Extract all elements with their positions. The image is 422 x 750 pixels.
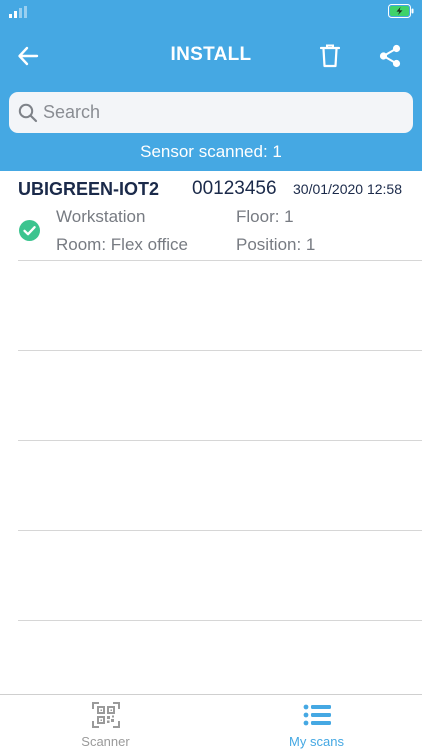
tab-my-scans-label: My scans [289, 734, 344, 749]
search-box[interactable] [9, 92, 413, 133]
empty-row [18, 261, 422, 351]
delete-button[interactable] [314, 40, 346, 72]
search-input[interactable] [43, 92, 403, 133]
sensor-floor: Floor: 1 [236, 207, 294, 226]
check-icon [19, 220, 40, 241]
bottom-navigation: Scanner My scans [0, 694, 422, 750]
sensor-name: UBIGREEN-IOT2 [18, 179, 160, 199]
sensor-type: Workstation [56, 207, 146, 226]
tab-scanner-label: Scanner [81, 734, 130, 749]
back-button[interactable] [12, 40, 44, 72]
scan-row[interactable]: UBIGREEN-IOT2 00123456 30/01/2020 12:58 … [18, 171, 422, 261]
signal-icon [9, 6, 27, 18]
share-icon [379, 44, 401, 68]
sensor-id: 00123456 [192, 178, 277, 199]
qr-code-icon [92, 702, 120, 728]
page-title: INSTALL [170, 44, 252, 65]
status-bar [0, 0, 422, 24]
empty-row [18, 351, 422, 441]
battery-icon [388, 4, 414, 18]
trash-icon [320, 44, 340, 68]
tab-scanner[interactable]: Scanner [0, 695, 211, 750]
sensor-scanned-count: Sensor scanned: 1 [140, 142, 282, 161]
share-button[interactable] [374, 40, 406, 72]
sensor-position: Position: 1 [236, 235, 316, 254]
tab-my-scans[interactable]: My scans [211, 695, 422, 750]
list-icon [303, 704, 331, 726]
scan-list: UBIGREEN-IOT2 00123456 30/01/2020 12:58 … [0, 171, 422, 621]
empty-row [18, 531, 422, 621]
back-arrow-icon [18, 46, 39, 66]
app-header: INSTALL Sensor scanned: 1 [0, 0, 422, 171]
search-icon [18, 103, 38, 123]
sensor-room: Room: Flex office [56, 235, 188, 254]
scan-datetime: 30/01/2020 12:58 [293, 181, 402, 197]
app-bar: INSTALL [0, 32, 422, 80]
empty-row [18, 441, 422, 531]
